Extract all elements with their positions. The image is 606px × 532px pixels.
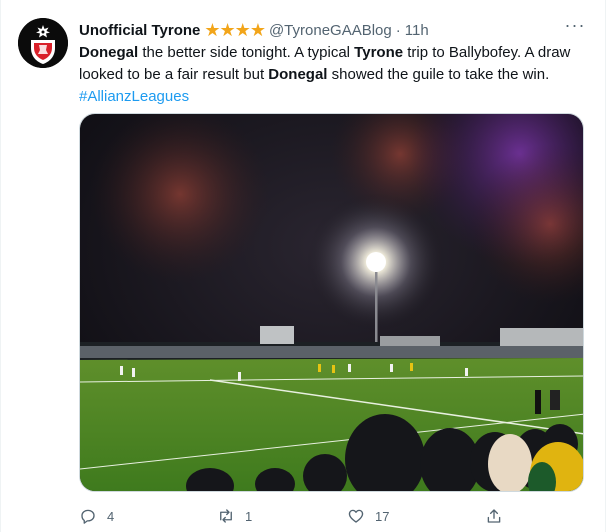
tweet-card[interactable]: Unofficial Tyrone ★★★★ @TyroneGAABlog · … — [0, 0, 606, 532]
crest-logo — [18, 18, 68, 68]
retweet-icon — [220, 509, 232, 523]
stadium-night-photo — [80, 114, 583, 491]
timestamp[interactable]: 11h — [405, 22, 429, 39]
reply-count: 4 — [107, 508, 115, 524]
tweet-header: Unofficial Tyrone ★★★★ @TyroneGAABlog · … — [79, 20, 429, 40]
bold-word: Donegal — [268, 66, 328, 83]
retweet-button[interactable]: 1 — [217, 504, 252, 528]
star-emoji-icon: ★★★★ — [204, 20, 266, 40]
reply-icon — [81, 509, 95, 524]
more-options-icon[interactable]: ··· — [557, 16, 593, 40]
avatar[interactable] — [18, 18, 68, 68]
bold-word: Donegal — [79, 44, 139, 61]
author-handle[interactable]: @TyroneGAABlog — [269, 22, 392, 39]
like-count: 17 — [375, 508, 390, 524]
reply-button[interactable]: 4 — [79, 504, 114, 528]
text-span: showed the guile to take the win. — [327, 66, 550, 83]
tweet-actions: 4 1 17 — [79, 504, 589, 528]
author-name[interactable]: Unofficial Tyrone — [79, 22, 200, 39]
tweet-photo[interactable] — [79, 113, 584, 492]
heart-icon — [348, 509, 364, 523]
share-button[interactable] — [485, 504, 513, 528]
hashtag-link[interactable]: #AllianzLeagues — [79, 88, 189, 105]
text-span: the better side tonight. A typical — [138, 44, 355, 61]
tweet-text: Donegal the better side tonight. A typic… — [79, 42, 589, 108]
separator-dot: · — [395, 21, 401, 39]
retweet-count: 1 — [245, 508, 253, 524]
bold-word: Tyrone — [354, 44, 404, 61]
share-icon — [487, 509, 501, 523]
like-button[interactable]: 17 — [347, 504, 389, 528]
